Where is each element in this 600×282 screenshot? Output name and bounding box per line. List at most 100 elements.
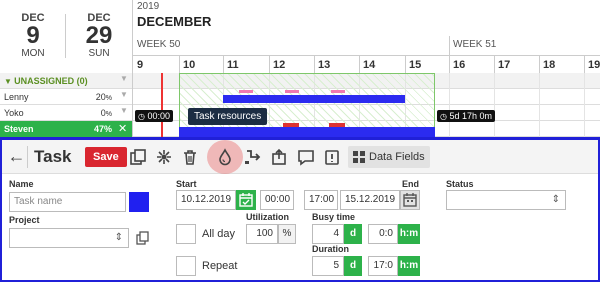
resources-drop-icon[interactable] <box>215 147 235 167</box>
duplicate-icon[interactable] <box>128 147 148 167</box>
start-date-input[interactable]: 10.12.2019 <box>176 190 236 210</box>
day-divider <box>223 56 224 73</box>
all-day-checkbox[interactable] <box>176 224 196 244</box>
task-bar-lenny[interactable] <box>223 95 405 103</box>
chevron-down-icon[interactable]: ▼ <box>120 74 128 83</box>
day-rule <box>133 55 600 56</box>
range-start[interactable]: DEC 9 MON <box>0 0 66 68</box>
collapse-icon[interactable]: ▼ <box>4 77 14 86</box>
load-marker <box>331 90 345 93</box>
comment-icon[interactable] <box>296 147 316 167</box>
project-select[interactable]: ⇕ <box>9 228 129 248</box>
editor-title: Task <box>34 147 72 166</box>
timeline-month: DECEMBER <box>137 14 212 29</box>
busy-hm-unit[interactable]: h:m <box>398 224 420 244</box>
end-label: End <box>402 179 419 189</box>
trash-icon[interactable] <box>180 147 200 167</box>
select-arrow-icon: ⇕ <box>114 232 123 243</box>
range-start-day: 9 <box>26 22 40 49</box>
day-label: 16 <box>453 59 466 71</box>
day-divider <box>584 56 585 73</box>
end-date-input[interactable]: 15.12.2019 <box>340 190 400 210</box>
day-divider <box>449 56 450 73</box>
day-divider <box>269 56 270 73</box>
name-input[interactable]: Task name <box>9 192 126 212</box>
close-icon[interactable]: ✕ <box>118 121 127 137</box>
day-label: 18 <box>543 59 556 71</box>
utilization-input[interactable]: 100 <box>246 224 278 244</box>
start-time-input[interactable]: 00:00 <box>260 190 294 210</box>
busy-days-unit[interactable]: d <box>344 224 362 244</box>
color-swatch[interactable] <box>129 192 149 212</box>
duration-hm-input[interactable]: 17:0 <box>368 256 398 276</box>
repeat-label: Repeat <box>202 260 238 272</box>
grid-icon <box>353 151 365 164</box>
timeline-header: 2019 DECEMBER WEEK 50 WEEK 51 9 10 11 12… <box>132 0 600 73</box>
task-bar-steven[interactable] <box>179 127 435 137</box>
resource-rows: ▼ UNASSIGNED (0) ▼ Lenny 20% ▼ Yoko 0% ▼… <box>0 73 600 137</box>
busy-days-input[interactable]: 4 <box>312 224 344 244</box>
calendar-icon <box>403 193 417 207</box>
range-divider <box>65 14 66 58</box>
task-toolbar: ← Task Save Data Fields <box>2 140 598 174</box>
day-divider <box>179 56 180 73</box>
timeline-year: 2019 <box>137 1 160 12</box>
split-icon[interactable] <box>154 147 174 167</box>
chevron-down-icon[interactable]: ▼ <box>120 90 128 99</box>
tooltip: Task resources <box>188 108 268 125</box>
range-end[interactable]: DEC 29 SUN <box>66 0 132 68</box>
range-end-day: 29 <box>85 22 113 49</box>
day-label: 10 <box>183 59 196 71</box>
utilization-label: Utilization <box>246 212 289 222</box>
load-marker <box>285 90 299 93</box>
today-marker <box>161 73 163 137</box>
select-arrow-icon: ⇕ <box>551 194 560 205</box>
week-label: WEEK 51 <box>453 39 497 50</box>
repeat-checkbox[interactable] <box>176 256 196 276</box>
resource-utilization: 47% <box>93 124 112 134</box>
day-divider <box>494 56 495 73</box>
copy-icon[interactable] <box>136 231 150 245</box>
status-label: Status <box>446 179 474 189</box>
grid-line <box>494 73 495 137</box>
day-divider <box>405 56 406 73</box>
resource-name: ▼ UNASSIGNED (0) <box>4 76 88 86</box>
chevron-down-icon[interactable]: ▼ <box>120 106 128 115</box>
day-label: 19 <box>588 59 600 71</box>
day-label: 15 <box>409 59 422 71</box>
end-calendar-button[interactable] <box>400 190 420 210</box>
save-button[interactable]: Save <box>85 147 127 167</box>
export-icon[interactable] <box>269 147 289 167</box>
busy-time-label: Busy time <box>312 212 356 222</box>
start-calendar-button[interactable] <box>236 190 256 210</box>
all-day-label: All day <box>202 228 236 240</box>
status-select[interactable]: ⇕ <box>446 190 566 210</box>
duration-hm-unit[interactable]: h:m <box>398 256 420 276</box>
busy-hm-input[interactable]: 0:0 <box>368 224 398 244</box>
day-label: 14 <box>363 59 376 71</box>
timeline-grid[interactable]: ◷ 00:00 Task resources ◷ 5d 17h 0m <box>132 73 600 137</box>
task-editor: ← Task Save Data Fields Name Task name P… <box>0 137 600 282</box>
start-label: Start <box>176 179 197 189</box>
end-time-input[interactable]: 17:00 <box>304 190 338 210</box>
back-arrow-icon[interactable]: ← <box>6 146 28 168</box>
duration-days-unit[interactable]: d <box>344 256 362 276</box>
utilization-unit: % <box>278 224 296 244</box>
name-label: Name <box>9 179 34 189</box>
grid-line <box>584 73 585 137</box>
load-marker <box>239 90 253 93</box>
day-label: 11 <box>227 59 239 71</box>
grid-line <box>539 73 540 137</box>
duration-days-input[interactable]: 5 <box>312 256 344 276</box>
dependency-icon[interactable] <box>243 147 263 167</box>
day-label: 17 <box>498 59 511 71</box>
calendar-icon <box>239 193 253 207</box>
alarm-icon[interactable] <box>322 147 342 167</box>
grid-line <box>449 73 450 137</box>
day-divider <box>314 56 315 73</box>
range-start-weekday: MON <box>21 48 45 59</box>
day-divider <box>359 56 360 73</box>
range-end-weekday: SUN <box>88 48 110 59</box>
week-label: WEEK 50 <box>137 39 181 50</box>
data-fields-button[interactable]: Data Fields <box>348 146 430 168</box>
